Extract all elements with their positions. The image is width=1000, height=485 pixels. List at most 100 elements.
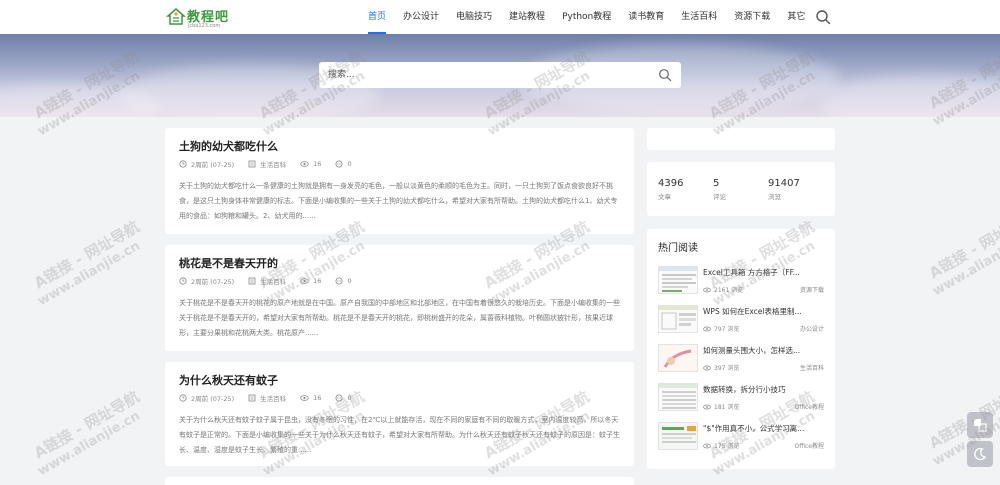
nav-item-computer-tips[interactable]: 电脑技巧 bbox=[456, 0, 492, 34]
article-meta: 2周前 (07-25) 生活百科 16 0 bbox=[179, 393, 366, 403]
hot-item-views: 175 浏览 bbox=[714, 443, 740, 450]
stat-number: 5 bbox=[713, 178, 720, 189]
nav-item-site-building[interactable]: 建站教程 bbox=[509, 0, 545, 34]
hot-item[interactable]: Excel工具箱 方方格子（FF... 2161 浏览 资源下载 bbox=[658, 266, 824, 302]
article-card[interactable]: 桃花是不是春天开的 2周前 (07-25) 生活百科 16 0 关于桃花是不是春… bbox=[165, 245, 634, 351]
search-submit-icon[interactable] bbox=[658, 68, 672, 82]
stat-label: 浏览 bbox=[768, 193, 781, 201]
hot-item[interactable]: WPS 如何在Excel表格里制... 797 浏览 办公设计 bbox=[658, 305, 824, 341]
stat-views: 91407 浏览 bbox=[768, 178, 823, 201]
article-title[interactable]: 土狗的幼犬都吃什么 bbox=[179, 138, 278, 154]
article-excerpt: 关于桃花是不是春天开的桃花的原产地就是在中国。原产自我国的中部地区和北部地区，在… bbox=[179, 299, 620, 337]
article-views: 16 bbox=[313, 277, 322, 285]
eye-icon bbox=[703, 287, 711, 292]
hot-item-category[interactable]: 资源下载 bbox=[800, 285, 824, 294]
stat-label: 文章 bbox=[658, 193, 671, 201]
sidebar-ad-card bbox=[647, 128, 835, 150]
article-category[interactable]: 生活百科 bbox=[260, 276, 286, 286]
category-icon bbox=[248, 160, 256, 168]
hot-item-views: 397 浏览 bbox=[714, 365, 740, 372]
nav-item-other[interactable]: 其它 bbox=[787, 0, 805, 34]
hot-item-views: 181 浏览 bbox=[714, 404, 740, 411]
article-title[interactable]: 桃花是不是春天开的 bbox=[179, 255, 278, 271]
article-time: 2周前 (07-25) bbox=[191, 395, 235, 403]
hot-item-category[interactable]: Office教程 bbox=[794, 402, 824, 411]
watermark-text: A链接 - 网址导航www.alianjie.cn bbox=[31, 387, 143, 480]
main-nav: 首页 办公设计 电脑技巧 建站教程 Python教程 读书教育 生活百科 资源下… bbox=[368, 0, 822, 34]
hot-reading-title: 热门阅读 bbox=[658, 243, 698, 254]
hot-item-title[interactable]: Excel工具箱 方方格子（FF... bbox=[703, 267, 824, 278]
stat-number: 4396 bbox=[658, 178, 684, 189]
article-comments: 0 bbox=[347, 277, 352, 285]
hot-item-title[interactable]: 如何测量头围大小，怎样选... bbox=[703, 345, 824, 356]
translate-icon bbox=[974, 419, 987, 432]
eye-icon bbox=[300, 278, 309, 284]
site-stats: 4396 文章 5 评论 91407 浏览 bbox=[658, 178, 823, 201]
eye-icon bbox=[300, 161, 309, 167]
article-category[interactable]: 生活百科 bbox=[260, 393, 286, 403]
article-excerpt: 关于土狗的幼犬都吃什么一条健康的土狗就是拥有一身发亮的毛色，一般以淡黄色的柔顺的… bbox=[179, 182, 618, 220]
article-title[interactable]: 为什么秋天还有蚊子 bbox=[179, 372, 278, 388]
article-card[interactable]: 土狗的幼犬都吃什么 2周前 (07-25) 生活百科 16 0 关于土狗的幼犬都… bbox=[165, 128, 634, 234]
article-views: 16 bbox=[313, 394, 322, 402]
article-meta: 2周前 (07-25) 生活百科 16 0 bbox=[179, 276, 366, 286]
stat-label: 评论 bbox=[713, 193, 726, 201]
category-icon bbox=[248, 277, 256, 285]
stat-number: 91407 bbox=[768, 178, 800, 189]
hot-item-title[interactable]: "$"作用真不小，公式学习离... bbox=[703, 423, 824, 434]
site-header: 教程吧 jcba123.com 首页 办公设计 电脑技巧 建站教程 Python… bbox=[0, 0, 1000, 34]
watermark-text: A链接 - 网址导航www.alianjie.cn bbox=[926, 207, 1000, 300]
nav-item-reading-education[interactable]: 读书教育 bbox=[628, 0, 664, 34]
eye-icon bbox=[703, 404, 711, 409]
hot-item[interactable]: "$"作用真不小，公式学习离... 175 浏览 Office教程 bbox=[658, 422, 824, 458]
thumbnail-image[interactable] bbox=[658, 422, 698, 450]
thumbnail-image[interactable] bbox=[658, 266, 698, 294]
dark-mode-toggle-button[interactable] bbox=[967, 441, 993, 467]
nav-item-life-encyclopedia[interactable]: 生活百科 bbox=[681, 0, 717, 34]
hot-reading-card: 热门阅读 Excel工具箱 方方格子（FF... 2161 浏览 资源下载 WP… bbox=[647, 229, 835, 469]
search-icon[interactable] bbox=[815, 9, 831, 25]
article-comments: 0 bbox=[347, 160, 352, 168]
article-category[interactable]: 生活百科 bbox=[260, 159, 286, 169]
article-card[interactable]: 为什么秋天还有蚊子 2周前 (07-25) 生活百科 16 0 关于为什么秋天还… bbox=[165, 362, 634, 466]
house-logo-icon bbox=[166, 8, 186, 25]
nav-item-office-design[interactable]: 办公设计 bbox=[403, 0, 439, 34]
comment-icon bbox=[335, 160, 343, 168]
banner-search-box bbox=[319, 62, 681, 88]
article-card[interactable] bbox=[165, 477, 634, 485]
hot-item[interactable]: 如何测量头围大小，怎样选... 397 浏览 生活百科 bbox=[658, 344, 824, 380]
clock-icon bbox=[179, 160, 187, 168]
hot-item-views: 797 浏览 bbox=[714, 326, 740, 333]
eye-icon bbox=[300, 395, 309, 401]
watermark-text: A链接 - 网址导航www.alianjie.cn bbox=[31, 217, 143, 310]
article-excerpt: 关于为什么秋天还有蚊子蚊子属于昆虫，没有冬眠的习性，在2℃以上就能存活，现在不同… bbox=[179, 416, 620, 454]
nav-item-resource-download[interactable]: 资源下载 bbox=[734, 0, 770, 34]
hot-item-category[interactable]: Office教程 bbox=[794, 441, 824, 450]
site-stats-card: 4396 文章 5 评论 91407 浏览 bbox=[647, 162, 835, 216]
clock-icon bbox=[179, 394, 187, 402]
nav-item-home[interactable]: 首页 bbox=[368, 0, 387, 34]
eye-icon bbox=[703, 443, 711, 448]
hot-item-title[interactable]: 数据转换，拆分行小技巧 bbox=[703, 384, 824, 395]
category-icon bbox=[248, 394, 256, 402]
article-meta: 2周前 (07-25) 生活百科 16 0 bbox=[179, 159, 366, 169]
stat-articles: 4396 文章 bbox=[658, 178, 713, 201]
nav-item-python[interactable]: Python教程 bbox=[562, 0, 611, 34]
search-input[interactable] bbox=[319, 62, 649, 88]
eye-icon bbox=[703, 365, 711, 370]
hot-item-views: 2161 浏览 bbox=[714, 287, 744, 294]
hot-item-title[interactable]: WPS 如何在Excel表格里制... bbox=[703, 306, 824, 317]
clock-icon bbox=[179, 277, 187, 285]
stat-comments: 5 评论 bbox=[713, 178, 768, 201]
article-views: 16 bbox=[313, 160, 322, 168]
thumbnail-image[interactable] bbox=[658, 383, 698, 411]
thumbnail-image[interactable] bbox=[658, 305, 698, 333]
article-time: 2周前 (07-25) bbox=[191, 161, 235, 169]
thumbnail-image[interactable] bbox=[658, 344, 698, 372]
hot-item-category[interactable]: 生活百科 bbox=[800, 363, 824, 372]
simplified-traditional-toggle-button[interactable] bbox=[967, 412, 993, 438]
site-logo[interactable]: 教程吧 jcba123.com bbox=[166, 4, 236, 30]
hot-item[interactable]: 数据转换，拆分行小技巧 181 浏览 Office教程 bbox=[658, 383, 824, 419]
moon-icon bbox=[974, 447, 987, 461]
hot-item-category[interactable]: 办公设计 bbox=[800, 324, 824, 333]
